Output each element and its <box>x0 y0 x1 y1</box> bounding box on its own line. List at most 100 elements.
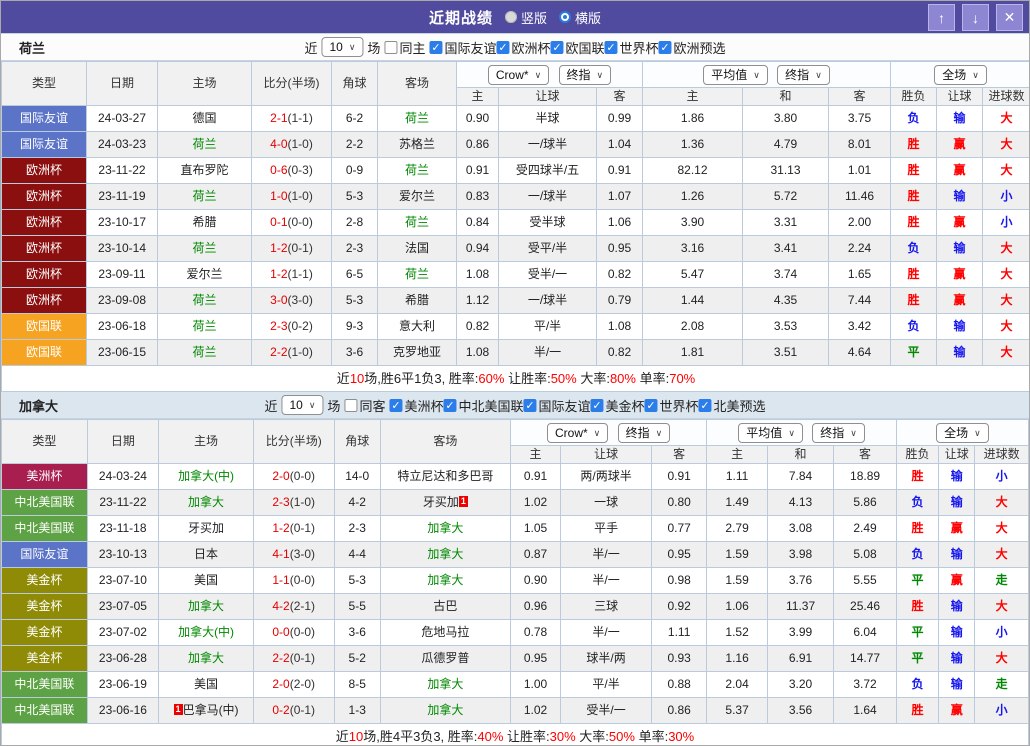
halftime-score: (1-0) <box>287 345 313 359</box>
scope-select[interactable]: 全场 ∨ <box>936 422 989 443</box>
avg-draw: 4.35 <box>742 287 829 314</box>
sub-header-result: 胜负 <box>890 87 938 106</box>
chevron-down-icon: ∨ <box>308 400 316 410</box>
scroll-up-button[interactable]: ↑ <box>928 4 955 31</box>
scroll-down-button[interactable]: ↓ <box>962 4 989 31</box>
league-badge: 国际友谊 <box>1 541 88 568</box>
result-goals: 小 <box>974 619 1029 646</box>
odds-away: 0.91 <box>596 157 643 184</box>
match-date: 23-07-02 <box>86 619 160 646</box>
sub-header-goals: 进球数 <box>974 445 1029 464</box>
team-text: 法国 <box>404 241 429 255</box>
odds-away: 0.82 <box>596 339 643 366</box>
handicap-line: 半/一 <box>498 339 597 366</box>
match-score: 2-2(0-1) <box>252 645 335 672</box>
summary-part: 60% <box>478 371 505 386</box>
result-goals: 走 <box>974 567 1029 594</box>
avg-draw: 3.99 <box>766 619 835 646</box>
match-date: 23-11-19 <box>86 183 158 210</box>
team-text: 古巴 <box>433 599 458 613</box>
result-wdl: 负 <box>895 541 940 568</box>
table-row: 欧国联 23-06-15 荷兰 2-2(1-0) 3-6 克罗地亚 1.08 半/一 0.82 1… <box>1 339 1029 366</box>
fulltime-score: 2-2 <box>272 651 290 665</box>
away-team: 荷兰 <box>377 261 457 288</box>
halftime-score: (2-1) <box>289 599 316 613</box>
final-odds-select-2[interactable]: 终指 ∨ <box>777 64 830 85</box>
sub-header-away-odds: 客 <box>596 87 643 106</box>
corner-score: 5-2 <box>333 645 381 672</box>
league-filter-checkbox[interactable]: ✓ 世界杯 <box>604 38 659 57</box>
match-count-select[interactable]: 10 ∨ <box>321 37 364 57</box>
sub-header-avg-away: 客 <box>833 445 897 464</box>
final-odds-select[interactable]: 终指 ∨ <box>617 422 671 443</box>
final-odds-select[interactable]: 终指 ∨ <box>558 64 612 85</box>
league-filter-checkbox[interactable]: ✓ 欧洲杯 <box>496 38 550 57</box>
final-odds-select-2[interactable]: 终指 ∨ <box>812 422 865 443</box>
away-team: 加拿大 <box>379 697 511 724</box>
layout-radio-vertical[interactable]: 竖版 <box>504 8 547 27</box>
match-count-select[interactable]: 10 ∨ <box>281 395 324 415</box>
team-text: 加拿大 <box>188 599 225 613</box>
avg-draw: 3.51 <box>742 339 829 366</box>
match-score: 4-1(3-0) <box>252 541 335 568</box>
league-badge: 欧洲杯 <box>1 235 87 262</box>
result-wdl: 平 <box>895 567 940 594</box>
team-text: 爱尔兰 <box>398 189 435 203</box>
league-filter-label: 北美预选 <box>713 398 766 414</box>
odds-home: 0.84 <box>456 209 499 236</box>
league-filter-checkbox[interactable]: ✓ 国际友谊 <box>523 396 591 415</box>
layout-radio-horizontal[interactable]: 横版 <box>559 8 601 27</box>
table-row: 欧洲杯 23-11-19 荷兰 1-0(1-0) 5-3 爱尔兰 0.83 一/球半 1.07 1… <box>1 183 1029 210</box>
league-filter-checkbox[interactable]: ✓ 欧洲预选 <box>658 38 726 57</box>
league-filter-checkbox[interactable]: ✓ 世界杯 <box>644 396 699 415</box>
close-button[interactable]: ✕ <box>996 4 1023 31</box>
fulltime-score: 4-0 <box>270 137 288 151</box>
league-filter-checkbox[interactable]: ✓ 美洲杯 <box>389 396 443 415</box>
league-filter-checkbox[interactable]: ✓ 中北美国联 <box>443 396 523 415</box>
avg-draw: 3.31 <box>742 209 829 236</box>
home-team: 加拿大 <box>158 489 254 516</box>
same-venue-checkbox[interactable]: 同客 <box>344 396 385 415</box>
fulltime-score: 0-0 <box>272 625 290 639</box>
league-filter-checkbox[interactable]: ✓ 国际友谊 <box>429 38 496 57</box>
match-date: 24-03-24 <box>86 463 160 490</box>
odds-home: 0.83 <box>456 183 499 210</box>
handicap-line: 三球 <box>560 593 652 620</box>
average-odds-select[interactable]: 平均值 ∨ <box>703 64 768 85</box>
league-filter-checkbox[interactable]: ✓ 北美预选 <box>698 396 766 415</box>
summary-part: 单率: <box>635 371 670 386</box>
avg-home: 5.37 <box>706 697 768 724</box>
league-badge: 欧洲杯 <box>1 261 87 288</box>
league-filter-checkbox[interactable]: ✓ 美金杯 <box>590 396 645 415</box>
scope-select[interactable]: 全场 ∨ <box>934 64 987 85</box>
close-icon: ✕ <box>1003 9 1016 25</box>
league-badge: 美金杯 <box>1 645 88 672</box>
summary-text: 近10场,胜6平1负3, 胜率:60% 让胜率:50% 大率:80% 单率:70… <box>1 365 1029 392</box>
match-score: 0-2(0-1) <box>252 697 335 724</box>
avg-draw: 3.98 <box>766 541 835 568</box>
league-filter-checkbox[interactable]: ✓ 欧国联 <box>550 38 605 57</box>
odds-source-select[interactable]: Crow* ∨ <box>547 422 609 443</box>
result-wdl: 平 <box>895 619 940 646</box>
corner-score: 5-3 <box>331 183 378 210</box>
odds-away: 0.82 <box>596 261 643 288</box>
recent-results-window: 近期战绩 竖版 横版 ↑ ↓ ✕ 荷兰 近 10 ∨ 场 同主 ✓ 国际友谊 ✓ 欧 <box>0 0 1030 746</box>
table-row: 国际友谊 24-03-23 荷兰 4-0(1-0) 2-2 苏格兰 0.86 一/球半 1.04… <box>1 131 1029 158</box>
corner-score: 0-9 <box>331 157 378 184</box>
col-header-away: 客场 <box>379 419 511 464</box>
team-text: 危地马拉 <box>421 625 470 639</box>
result-wdl: 负 <box>895 671 940 698</box>
odds-source-select[interactable]: Crow* ∨ <box>487 64 550 85</box>
match-score: 1-1(0-0) <box>252 567 335 594</box>
away-team: 希腊 <box>377 287 457 314</box>
team-text: 加拿大 <box>427 521 464 535</box>
summary-part: 10 <box>348 729 364 744</box>
result-goals: 大 <box>982 287 1029 314</box>
same-venue-checkbox[interactable]: 同主 <box>384 38 425 57</box>
chevron-down-icon: ∨ <box>815 69 822 80</box>
avg-home: 1.26 <box>642 183 743 210</box>
result-handicap: 赢 <box>936 131 984 158</box>
handicap-line: 受半球 <box>498 209 597 236</box>
corner-score: 3-6 <box>331 339 378 366</box>
average-odds-select[interactable]: 平均值 ∨ <box>738 422 803 443</box>
